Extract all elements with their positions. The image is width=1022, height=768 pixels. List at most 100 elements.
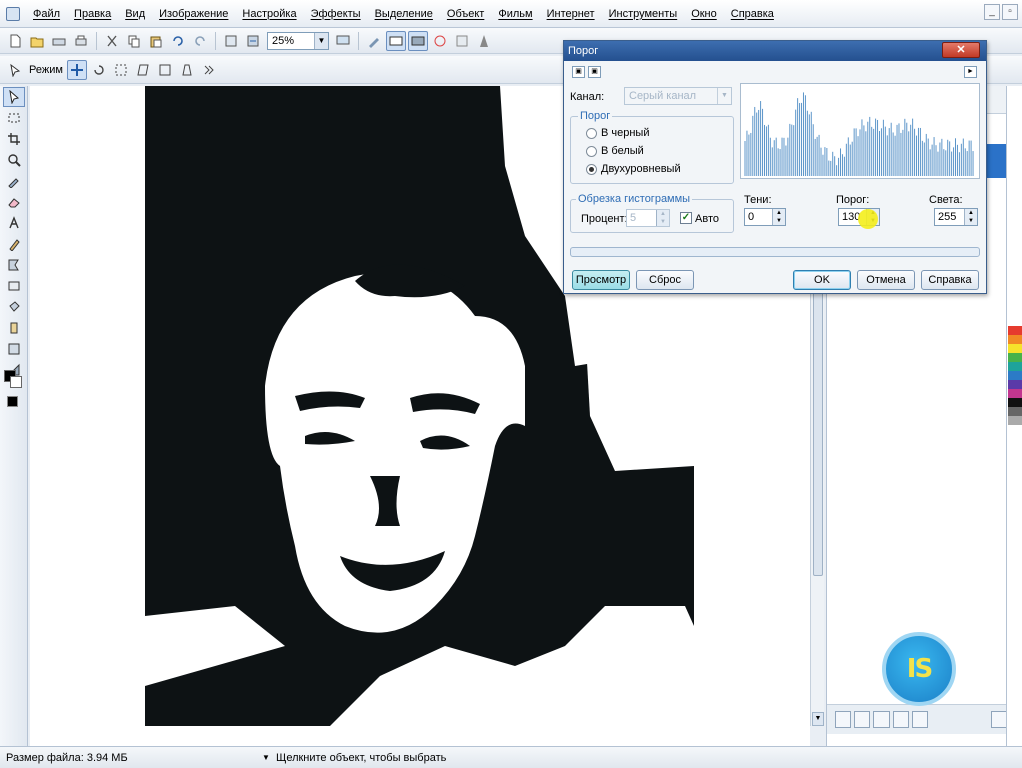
scan-icon[interactable]: [49, 31, 69, 51]
skew-mode-icon[interactable]: [133, 60, 153, 80]
palette-swatch[interactable]: [1008, 335, 1022, 344]
radio-two-level-label[interactable]: Двухуровневый: [601, 163, 681, 175]
menu-effects[interactable]: Эффекты: [304, 0, 368, 28]
duplicate-object-icon[interactable]: [854, 711, 871, 728]
distort-mode-icon[interactable]: [155, 60, 175, 80]
palette-swatch[interactable]: [1008, 380, 1022, 389]
percent-stepper[interactable]: 5 ▲ ▼: [626, 209, 670, 227]
palette-swatch[interactable]: [1008, 326, 1022, 335]
pick-tool-icon[interactable]: [5, 60, 25, 80]
stepper-arrows-icon[interactable]: ▲▼: [656, 210, 669, 226]
shape-icon[interactable]: [3, 276, 25, 296]
launch-icon[interactable]: [474, 31, 494, 51]
export-icon[interactable]: [243, 31, 263, 51]
zoom-select[interactable]: 25% ▼: [267, 31, 329, 50]
background-color-swatch[interactable]: [10, 376, 22, 388]
view-mode-icon[interactable]: [386, 30, 406, 51]
channel-select[interactable]: Серый канал ▼: [624, 87, 732, 105]
new-file-icon[interactable]: [5, 31, 25, 51]
status-dropdown-icon[interactable]: ▼: [262, 753, 270, 762]
menu-edit[interactable]: Правка: [67, 0, 118, 28]
menu-view[interactable]: Вид: [118, 0, 152, 28]
menu-movie[interactable]: Фильм: [491, 0, 539, 28]
help-button[interactable]: Справка: [921, 270, 979, 290]
cancel-button[interactable]: Отмена: [857, 270, 915, 290]
menu-object[interactable]: Объект: [440, 0, 491, 28]
expand-toolbar-icon[interactable]: [199, 60, 219, 80]
monitor-icon[interactable]: [333, 31, 353, 51]
palette-swatch[interactable]: [1008, 353, 1022, 362]
minimize-icon[interactable]: _: [984, 4, 1000, 20]
zoom-icon[interactable]: [3, 150, 25, 170]
interactive-fill-icon[interactable]: [3, 339, 25, 359]
palette-swatch[interactable]: [1008, 389, 1022, 398]
rectangle-mask-icon[interactable]: [3, 108, 25, 128]
print-icon[interactable]: [71, 31, 91, 51]
menu-mask[interactable]: Выделение: [368, 0, 440, 28]
group-object-icon[interactable]: [873, 711, 890, 728]
paste-icon[interactable]: [146, 31, 166, 51]
menu-help[interactable]: Справка: [724, 0, 781, 28]
menu-web[interactable]: Интернет: [540, 0, 602, 28]
radio-two-level[interactable]: [586, 164, 597, 175]
pick-tool-icon[interactable]: [3, 87, 25, 107]
palette-swatch[interactable]: [1008, 344, 1022, 353]
rotate-mode-icon[interactable]: [89, 60, 109, 80]
open-file-icon[interactable]: [27, 31, 47, 51]
scrollbar-thumb[interactable]: [813, 276, 823, 576]
eraser-icon[interactable]: [3, 192, 25, 212]
text-icon[interactable]: [3, 213, 25, 233]
expand-arrow-icon[interactable]: ►: [964, 66, 977, 78]
cut-icon[interactable]: [102, 31, 122, 51]
no-view-icon[interactable]: [430, 31, 450, 51]
paint-icon[interactable]: [3, 234, 25, 254]
view-split-icon[interactable]: ▣: [588, 66, 601, 78]
view-single-icon[interactable]: ▣: [572, 66, 585, 78]
docker-tab[interactable]: [985, 144, 1007, 178]
dialog-title-bar[interactable]: Порог: [564, 41, 986, 61]
effect-icon[interactable]: [3, 255, 25, 275]
restore-icon[interactable]: ▫: [1002, 4, 1018, 20]
highlights-stepper[interactable]: 255 ▲ ▼: [934, 208, 978, 226]
import-icon[interactable]: [221, 31, 241, 51]
auto-checkbox[interactable]: ✓: [680, 212, 692, 224]
close-icon[interactable]: ✕: [942, 42, 980, 58]
radio-black[interactable]: [586, 128, 597, 139]
shadows-stepper[interactable]: 0 ▲ ▼: [744, 208, 786, 226]
brush-icon[interactable]: [364, 31, 384, 51]
menu-window[interactable]: Окно: [684, 0, 724, 28]
menu-tools[interactable]: Инструменты: [602, 0, 685, 28]
radio-white-label[interactable]: В белый: [601, 145, 644, 157]
radio-black-label[interactable]: В черный: [601, 127, 650, 139]
menu-image[interactable]: Изображение: [152, 0, 235, 28]
palette-swatch[interactable]: [1008, 398, 1022, 407]
palette-swatch[interactable]: [1008, 362, 1022, 371]
fill-icon[interactable]: [3, 297, 25, 317]
eyedropper-icon[interactable]: [3, 171, 25, 191]
preview-button[interactable]: Просмотр: [572, 270, 630, 290]
lock-object-icon[interactable]: [911, 711, 929, 728]
view-compare-icon[interactable]: [408, 30, 428, 51]
undo-icon[interactable]: [168, 31, 188, 51]
palette-swatch[interactable]: [1008, 407, 1022, 416]
stepper-arrows-icon[interactable]: ▲▼: [772, 209, 785, 225]
radio-white[interactable]: [586, 146, 597, 157]
crop-icon[interactable]: [3, 129, 25, 149]
reset-button[interactable]: Сброс: [636, 270, 694, 290]
perspective-mode-icon[interactable]: [177, 60, 197, 80]
auto-label[interactable]: Авто: [695, 213, 719, 225]
clone-icon[interactable]: [3, 318, 25, 338]
menu-file[interactable]: Файл: [26, 0, 67, 28]
merge-object-icon[interactable]: [892, 711, 909, 728]
menu-adjust[interactable]: Настройка: [235, 0, 303, 28]
fill-color-swatch[interactable]: [7, 396, 18, 407]
ok-button[interactable]: OK: [793, 270, 851, 290]
stepper-arrows-icon[interactable]: ▲▼: [964, 209, 977, 225]
scroll-down-icon[interactable]: ▼: [812, 712, 824, 726]
redo-icon[interactable]: [190, 31, 210, 51]
grid-icon[interactable]: [452, 31, 472, 51]
new-object-icon[interactable]: [835, 711, 852, 728]
move-mode-icon[interactable]: [66, 59, 87, 80]
scale-mode-icon[interactable]: [111, 60, 131, 80]
trash-icon[interactable]: [990, 711, 1008, 728]
